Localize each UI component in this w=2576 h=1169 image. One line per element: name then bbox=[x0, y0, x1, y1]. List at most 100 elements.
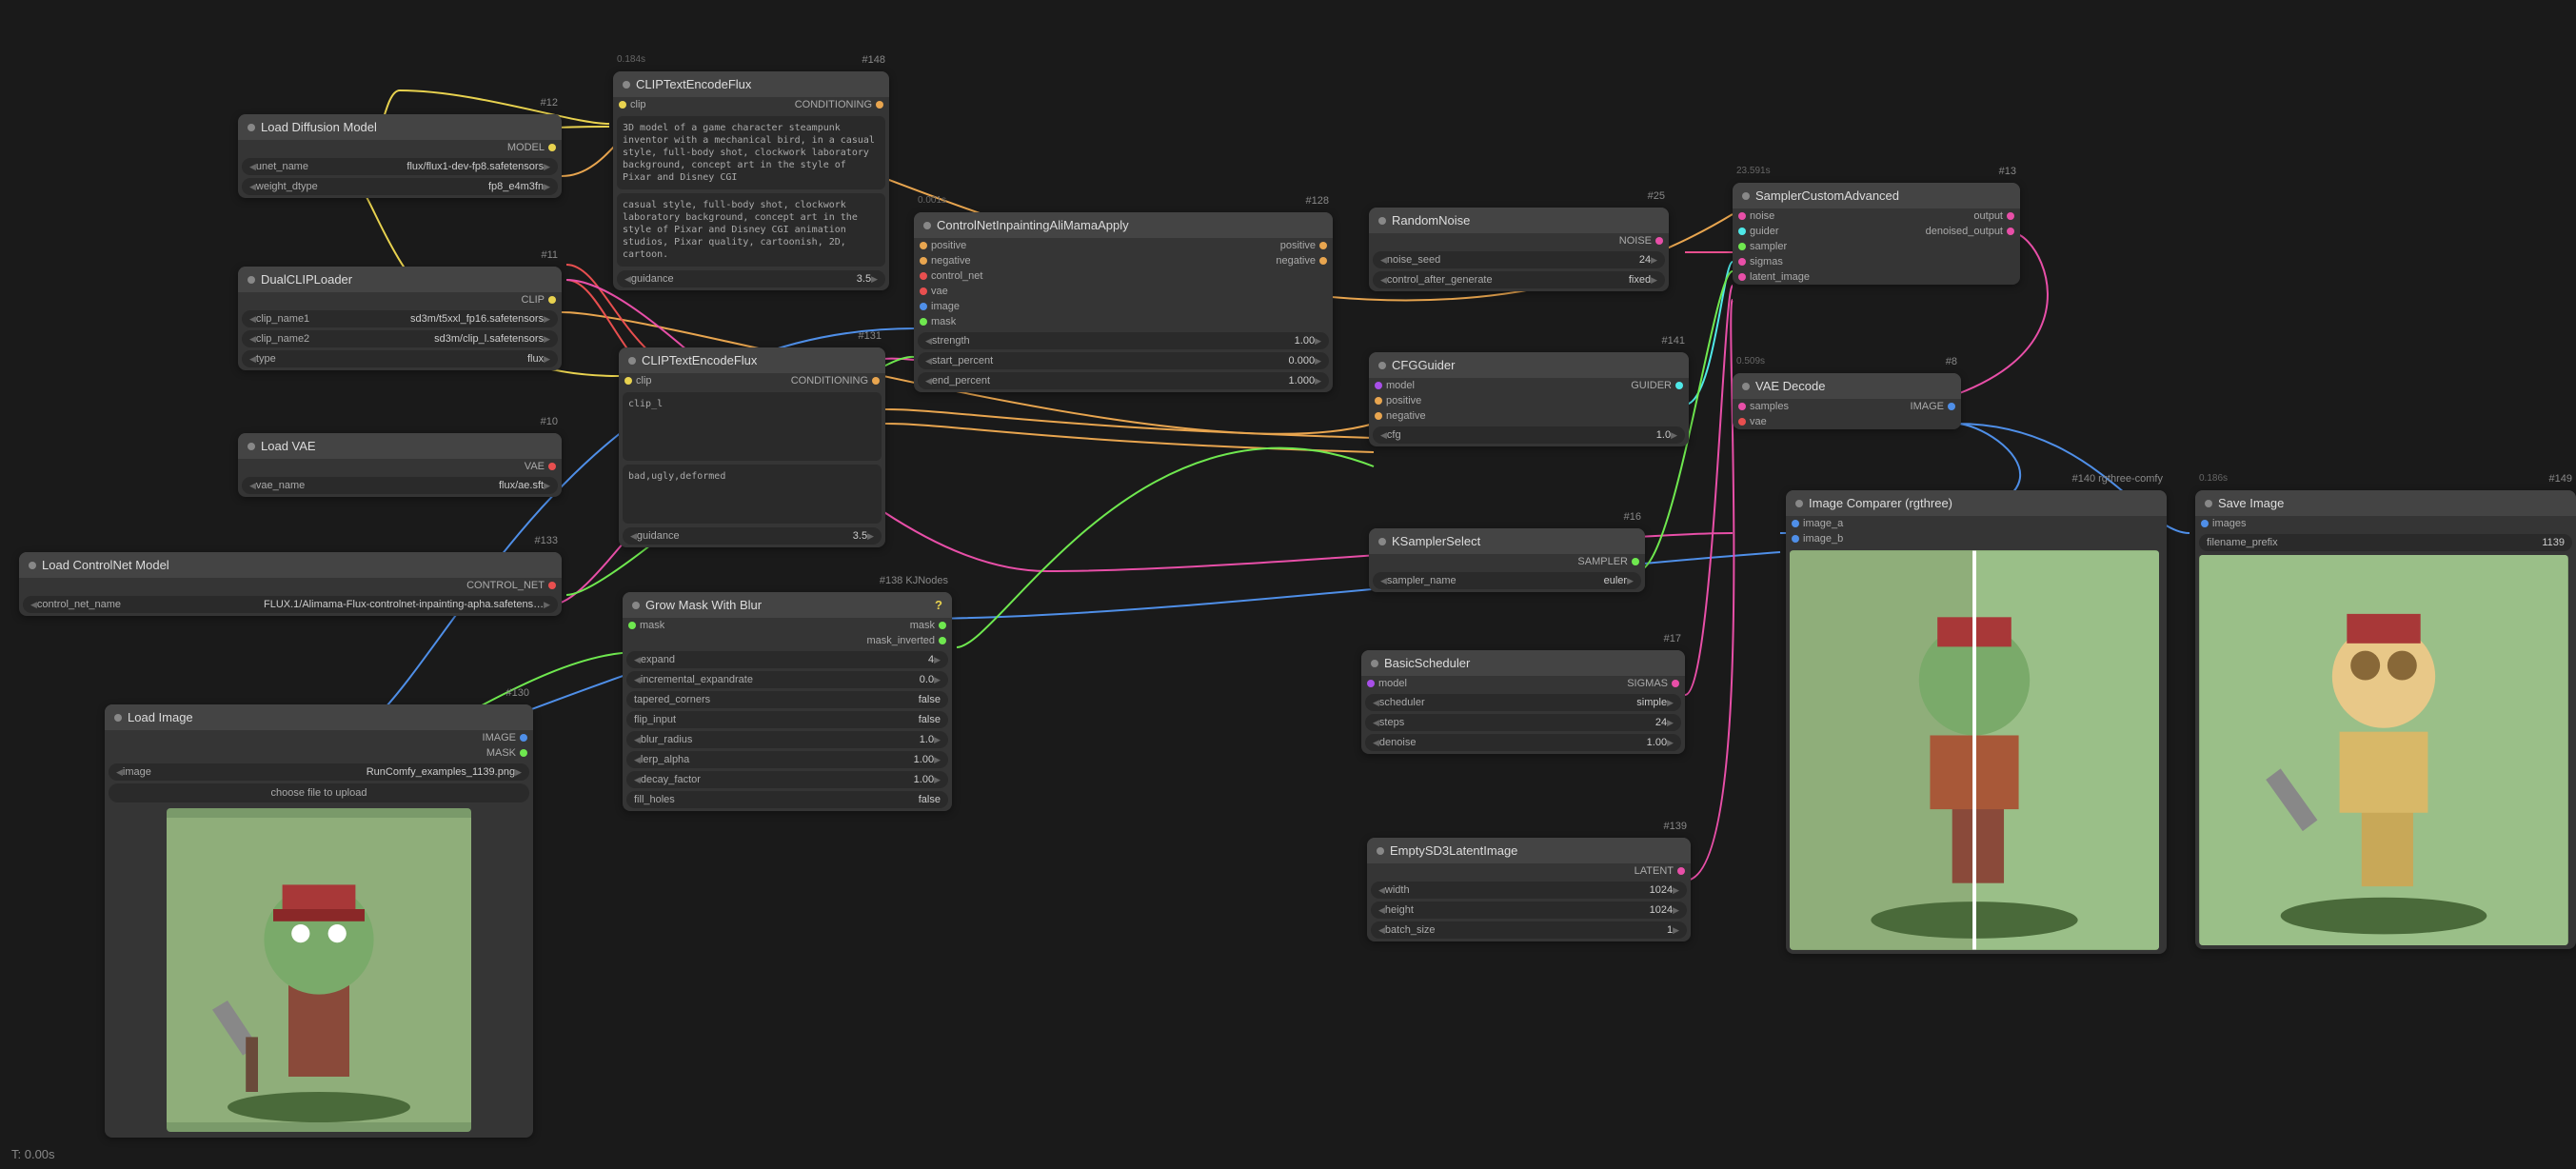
widget-seed[interactable]: ◀noise_seed24▶ bbox=[1373, 251, 1665, 268]
widget-decay[interactable]: ◀decay_factor1.00▶ bbox=[626, 771, 948, 788]
prompt-text-1[interactable]: 3D model of a game character steampunk i… bbox=[617, 116, 885, 189]
output-port[interactable] bbox=[939, 637, 946, 644]
collapse-icon[interactable] bbox=[248, 124, 255, 131]
input-port[interactable] bbox=[1738, 228, 1746, 235]
widget-type[interactable]: ◀typeflux▶ bbox=[242, 350, 558, 367]
node-load-vae[interactable]: #10 Load VAE VAE ◀vae_nameflux/ae.sft▶ bbox=[238, 433, 562, 497]
input-port[interactable] bbox=[1738, 418, 1746, 426]
widget-strength[interactable]: ◀strength1.00▶ bbox=[918, 332, 1329, 349]
node-load-image[interactable]: #130 Load Image IMAGE MASK ◀imageRunComf… bbox=[105, 704, 533, 1138]
collapse-icon[interactable] bbox=[2205, 500, 2212, 507]
widget-lerp[interactable]: ◀lerp_alpha1.00▶ bbox=[626, 751, 948, 768]
collapse-icon[interactable] bbox=[29, 562, 36, 569]
output-port[interactable] bbox=[1319, 257, 1327, 265]
node-dual-clip[interactable]: #11 DualCLIPLoader CLIP ◀clip_name1sd3m/… bbox=[238, 267, 562, 370]
output-port[interactable] bbox=[1672, 680, 1679, 687]
input-port[interactable] bbox=[1367, 680, 1375, 687]
input-port[interactable] bbox=[1738, 212, 1746, 220]
output-port[interactable] bbox=[1319, 242, 1327, 249]
prompt-text-1[interactable]: clip_l bbox=[623, 392, 882, 461]
collapse-icon[interactable] bbox=[1378, 538, 1386, 545]
input-port[interactable] bbox=[1738, 243, 1746, 250]
input-port[interactable] bbox=[1375, 382, 1382, 389]
widget-start[interactable]: ◀start_percent0.000▶ bbox=[918, 352, 1329, 369]
widget-height[interactable]: ◀height1024▶ bbox=[1371, 902, 1687, 919]
widget-width[interactable]: ◀width1024▶ bbox=[1371, 882, 1687, 899]
node-clip-encode-2[interactable]: #131 CLIPTextEncodeFlux clipCONDITIONING… bbox=[619, 347, 885, 547]
collapse-icon[interactable] bbox=[1378, 362, 1386, 369]
compare-preview[interactable] bbox=[1790, 550, 2159, 950]
output-port[interactable] bbox=[520, 734, 527, 742]
node-image-comparer[interactable]: #140 rgthree-comfy Image Comparer (rgthr… bbox=[1786, 490, 2167, 954]
widget-flip[interactable]: flip_inputfalse bbox=[626, 711, 948, 728]
widget-control[interactable]: ◀control_after_generatefixed▶ bbox=[1373, 271, 1665, 288]
collapse-icon[interactable] bbox=[1377, 847, 1384, 855]
collapse-icon[interactable] bbox=[628, 357, 636, 365]
input-port[interactable] bbox=[920, 272, 927, 280]
collapse-icon[interactable] bbox=[1742, 383, 1750, 390]
node-sampler-custom[interactable]: 23.591s #13 SamplerCustomAdvanced noiseo… bbox=[1733, 183, 2020, 285]
input-port[interactable] bbox=[1375, 412, 1382, 420]
output-port[interactable] bbox=[2007, 212, 2014, 220]
widget-denoise[interactable]: ◀denoise1.00▶ bbox=[1365, 734, 1681, 751]
prompt-text-2[interactable]: bad,ugly,deformed bbox=[623, 465, 882, 524]
widget-expand[interactable]: ◀expand4▶ bbox=[626, 651, 948, 668]
collapse-icon[interactable] bbox=[632, 602, 640, 609]
widget-batch[interactable]: ◀batch_size1▶ bbox=[1371, 921, 1687, 939]
widget-filename[interactable]: filename_prefix1139 bbox=[2199, 534, 2572, 551]
input-port[interactable] bbox=[920, 287, 927, 295]
widget-fill[interactable]: fill_holesfalse bbox=[626, 791, 948, 808]
help-icon[interactable]: ? bbox=[935, 598, 942, 612]
collapse-icon[interactable] bbox=[623, 81, 630, 89]
node-load-controlnet[interactable]: #133 Load ControlNet Model CONTROL_NET ◀… bbox=[19, 552, 562, 616]
widget-steps[interactable]: ◀steps24▶ bbox=[1365, 714, 1681, 731]
output-port[interactable] bbox=[872, 377, 880, 385]
input-port[interactable] bbox=[920, 318, 927, 326]
collapse-icon[interactable] bbox=[1742, 192, 1750, 200]
widget-unet-name[interactable]: ◀unet_nameflux/flux1-dev-fp8.safetensors… bbox=[242, 158, 558, 175]
collapse-icon[interactable] bbox=[114, 714, 122, 722]
prompt-text-2[interactable]: casual style, full-body shot, clockwork … bbox=[617, 193, 885, 267]
output-port[interactable] bbox=[520, 749, 527, 757]
node-scheduler[interactable]: #17 BasicScheduler modelSIGMAS ◀schedule… bbox=[1361, 650, 1685, 754]
widget-guidance[interactable]: ◀guidance3.5▶ bbox=[623, 527, 882, 545]
widget-cfg[interactable]: ◀cfg1.0▶ bbox=[1373, 426, 1685, 444]
input-port[interactable] bbox=[920, 257, 927, 265]
output-port[interactable] bbox=[1677, 867, 1685, 875]
input-port[interactable] bbox=[920, 242, 927, 249]
collapse-icon[interactable] bbox=[248, 276, 255, 284]
input-port[interactable] bbox=[619, 101, 626, 109]
input-port[interactable] bbox=[1738, 273, 1746, 281]
collapse-icon[interactable] bbox=[1795, 500, 1803, 507]
node-controlnet-inpaint[interactable]: 0.001s #128 ControlNetInpaintingAliMamaA… bbox=[914, 212, 1333, 392]
input-port[interactable] bbox=[2201, 520, 2209, 527]
node-ksampler[interactable]: #16 KSamplerSelect SAMPLER ◀sampler_name… bbox=[1369, 528, 1645, 592]
output-port[interactable] bbox=[548, 463, 556, 470]
widget-sampler[interactable]: ◀sampler_nameeuler▶ bbox=[1373, 572, 1641, 589]
node-cfg-guider[interactable]: #141 CFGGuider modelGUIDER positive nega… bbox=[1369, 352, 1689, 446]
widget-clip-name2[interactable]: ◀clip_name2sd3m/clip_l.safetensors▶ bbox=[242, 330, 558, 347]
widget-scheduler[interactable]: ◀schedulersimple▶ bbox=[1365, 694, 1681, 711]
widget-clip-name1[interactable]: ◀clip_name1sd3m/t5xxl_fp16.safetensors▶ bbox=[242, 310, 558, 327]
widget-guidance[interactable]: ◀guidance3.5▶ bbox=[617, 270, 885, 287]
output-port[interactable] bbox=[939, 622, 946, 629]
collapse-icon[interactable] bbox=[923, 222, 931, 229]
output-port[interactable] bbox=[548, 582, 556, 589]
input-port[interactable] bbox=[1375, 397, 1382, 405]
input-port[interactable] bbox=[920, 303, 927, 310]
widget-image[interactable]: ◀imageRunComfy_examples_1139.png▶ bbox=[109, 763, 529, 781]
input-port[interactable] bbox=[1738, 403, 1746, 410]
widget-blur[interactable]: ◀blur_radius1.0▶ bbox=[626, 731, 948, 748]
node-clip-encode-1[interactable]: 0.184s #148 CLIPTextEncodeFlux clipCONDI… bbox=[613, 71, 889, 290]
node-grow-mask[interactable]: #138 KJNodes Grow Mask With Blur? maskma… bbox=[623, 592, 952, 811]
collapse-icon[interactable] bbox=[1371, 660, 1378, 667]
input-port[interactable] bbox=[624, 377, 632, 385]
widget-controlnet-name[interactable]: ◀control_net_nameFLUX.1/Alimama-Flux-con… bbox=[23, 596, 558, 613]
widget-weight-dtype[interactable]: ◀weight_dtypefp8_e4m3fn▶ bbox=[242, 178, 558, 195]
input-port[interactable] bbox=[628, 622, 636, 629]
widget-tapered[interactable]: tapered_cornersfalse bbox=[626, 691, 948, 708]
widget-vae-name[interactable]: ◀vae_nameflux/ae.sft▶ bbox=[242, 477, 558, 494]
output-port[interactable] bbox=[1655, 237, 1663, 245]
output-port[interactable] bbox=[548, 296, 556, 304]
node-vae-decode[interactable]: 0.509s #8 VAE Decode samplesIMAGE vae bbox=[1733, 373, 1961, 429]
